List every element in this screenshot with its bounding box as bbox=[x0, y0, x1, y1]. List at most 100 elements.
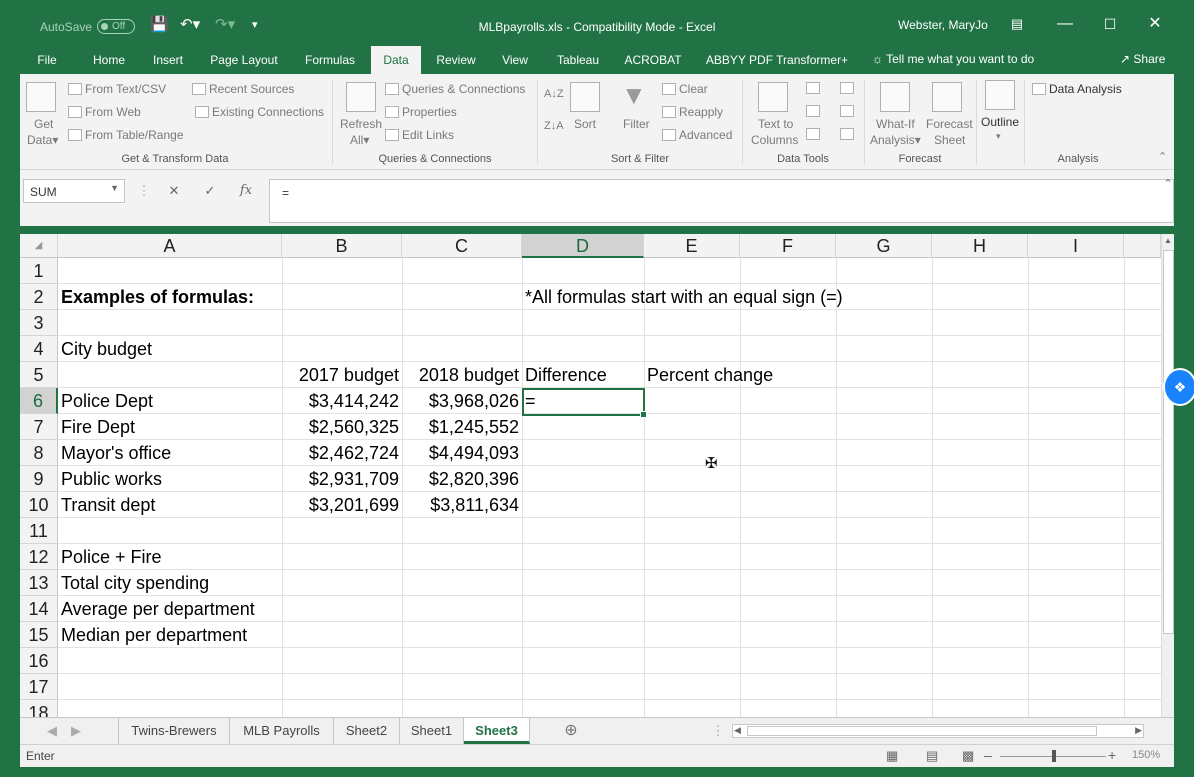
row-header-3[interactable]: 3 bbox=[20, 310, 58, 336]
row-header-15[interactable]: 15 bbox=[20, 622, 58, 648]
tab-acrobat[interactable]: ACROBAT bbox=[618, 46, 688, 74]
zoom-level[interactable]: 150% bbox=[1132, 749, 1160, 761]
remove-duplicates-icon[interactable] bbox=[806, 105, 820, 117]
row-header-12[interactable]: 12 bbox=[20, 544, 58, 570]
cell-a15[interactable]: Median per department bbox=[58, 622, 250, 648]
normal-view-icon[interactable]: ▦ bbox=[886, 748, 898, 764]
row-header-4[interactable]: 4 bbox=[20, 336, 58, 362]
cell-a12[interactable]: Police + Fire bbox=[58, 544, 165, 570]
sheet-tab-sheet1[interactable]: Sheet1 bbox=[400, 718, 464, 744]
column-header-b[interactable]: B bbox=[282, 234, 402, 258]
new-sheet-icon[interactable]: ⊕ bbox=[560, 718, 582, 744]
advanced-button[interactable]: Advanced bbox=[662, 128, 732, 142]
scroll-left-icon[interactable]: ◀ bbox=[734, 725, 741, 736]
data-analysis-button[interactable]: Data Analysis bbox=[1032, 82, 1122, 96]
get-data-icon[interactable] bbox=[26, 82, 56, 112]
row-header-18[interactable]: 18 bbox=[20, 700, 58, 717]
text-to-columns-icon[interactable] bbox=[758, 82, 788, 112]
tab-view[interactable]: View bbox=[494, 46, 536, 74]
column-header-e[interactable]: E bbox=[644, 234, 740, 258]
outline-button[interactable]: Outline bbox=[981, 115, 1019, 129]
column-header-j[interactable] bbox=[1124, 234, 1161, 258]
forecast-sheet-icon[interactable] bbox=[932, 82, 962, 112]
page-break-view-icon[interactable]: ▩ bbox=[962, 748, 974, 764]
cell-b9[interactable]: $2,931,709 bbox=[282, 466, 402, 492]
row-header-9[interactable]: 9 bbox=[20, 466, 58, 492]
cell-b10[interactable]: $3,201,699 bbox=[282, 492, 402, 518]
cell-b7[interactable]: $2,560,325 bbox=[282, 414, 402, 440]
refresh-all-icon[interactable] bbox=[346, 82, 376, 112]
column-header-f[interactable]: F bbox=[740, 234, 836, 258]
tab-insert[interactable]: Insert bbox=[144, 46, 192, 74]
prev-sheet-icon[interactable]: ◀ bbox=[42, 718, 62, 744]
zoom-in-icon[interactable]: + bbox=[1108, 747, 1116, 763]
vertical-scroll-thumb[interactable] bbox=[1163, 250, 1174, 634]
insert-function-icon[interactable]: fx bbox=[234, 179, 258, 203]
select-all-corner[interactable]: ◢ bbox=[20, 234, 58, 258]
sort-icon[interactable] bbox=[570, 82, 600, 112]
tab-formulas[interactable]: Formulas bbox=[296, 46, 364, 74]
cell-d2[interactable]: *All formulas start with an equal sign (… bbox=[522, 284, 846, 310]
row-header-13[interactable]: 13 bbox=[20, 570, 58, 596]
enter-icon[interactable]: ✓ bbox=[198, 179, 222, 203]
tab-page-layout[interactable]: Page Layout bbox=[202, 46, 286, 74]
refresh-all-label[interactable]: All▾ bbox=[350, 133, 369, 147]
cell-a7[interactable]: Fire Dept bbox=[58, 414, 138, 440]
get-data-label[interactable]: Get bbox=[34, 117, 53, 131]
column-header-a[interactable]: A bbox=[58, 234, 282, 258]
outline-dropdown-icon[interactable]: ▾ bbox=[996, 131, 1001, 142]
close-button[interactable]: ✕ bbox=[1140, 12, 1170, 36]
tab-data[interactable]: Data bbox=[371, 46, 421, 74]
cell-b8[interactable]: $2,462,724 bbox=[282, 440, 402, 466]
cell-a13[interactable]: Total city spending bbox=[58, 570, 212, 596]
row-header-8[interactable]: 8 bbox=[20, 440, 58, 466]
cell-c9[interactable]: $2,820,396 bbox=[402, 466, 522, 492]
what-if-label[interactable]: What-If bbox=[876, 117, 915, 131]
edit-links-button[interactable]: Edit Links bbox=[385, 128, 454, 142]
manage-data-model-icon[interactable] bbox=[840, 128, 854, 140]
sheet-tab-sheet3[interactable]: Sheet3 bbox=[464, 718, 530, 744]
queries-connections-button[interactable]: Queries & Connections bbox=[385, 82, 525, 96]
consolidate-icon[interactable] bbox=[840, 82, 854, 94]
column-header-i[interactable]: I bbox=[1028, 234, 1124, 258]
filter-button[interactable]: Filter bbox=[623, 117, 650, 131]
cell-a14[interactable]: Average per department bbox=[58, 596, 258, 622]
cell-c10[interactable]: $3,811,634 bbox=[402, 492, 522, 518]
worksheet-grid[interactable]: ◢ A B C D E F G H I 1 2 3 4 5 6 7 8 9 10 11 12 13 14 1… bbox=[20, 234, 1174, 717]
zoom-slider-thumb[interactable] bbox=[1052, 750, 1056, 762]
from-table-button[interactable]: From Table/Range bbox=[68, 128, 184, 142]
minimize-button[interactable]: — bbox=[1050, 12, 1080, 36]
what-if-label-2[interactable]: Analysis▾ bbox=[870, 133, 921, 147]
cell-c6[interactable]: $3,968,026 bbox=[402, 388, 522, 414]
row-header-16[interactable]: 16 bbox=[20, 648, 58, 674]
column-header-d[interactable]: D bbox=[522, 234, 644, 258]
column-header-h[interactable]: H bbox=[932, 234, 1028, 258]
cell-a4[interactable]: City budget bbox=[58, 336, 155, 362]
row-header-5[interactable]: 5 bbox=[20, 362, 58, 388]
cell-c7[interactable]: $1,245,552 bbox=[402, 414, 522, 440]
text-to-columns-label-2[interactable]: Columns bbox=[751, 133, 798, 147]
sheet-tab-sheet2[interactable]: Sheet2 bbox=[334, 718, 400, 744]
row-header-14[interactable]: 14 bbox=[20, 596, 58, 622]
properties-button[interactable]: Properties bbox=[385, 105, 457, 119]
tab-tableau[interactable]: Tableau bbox=[550, 46, 606, 74]
collapse-ribbon-icon[interactable]: ⌃ bbox=[1158, 150, 1167, 163]
tab-file[interactable]: File bbox=[28, 46, 66, 74]
cell-c5[interactable]: 2018 budget bbox=[402, 362, 522, 388]
filter-icon[interactable]: ▼ bbox=[621, 80, 647, 111]
row-header-11[interactable]: 11 bbox=[20, 518, 58, 544]
forecast-sheet-label-2[interactable]: Sheet bbox=[934, 133, 965, 147]
active-cell-d6[interactable] bbox=[522, 388, 647, 418]
tell-me-box[interactable]: ☼ Tell me what you want to do bbox=[872, 52, 1034, 66]
cell-c8[interactable]: $4,494,093 bbox=[402, 440, 522, 466]
formula-input[interactable]: = bbox=[269, 179, 1174, 223]
scroll-up-icon[interactable]: ▲ bbox=[1164, 236, 1172, 245]
sort-button[interactable]: Sort bbox=[574, 117, 596, 131]
scroll-right-icon[interactable]: ▶ bbox=[1135, 725, 1142, 736]
cell-a9[interactable]: Public works bbox=[58, 466, 165, 492]
next-sheet-icon[interactable]: ▶ bbox=[66, 718, 86, 744]
cell-b5[interactable]: 2017 budget bbox=[282, 362, 402, 388]
row-header-1[interactable]: 1 bbox=[20, 258, 58, 284]
zoom-out-icon[interactable]: – bbox=[984, 747, 992, 763]
flash-fill-icon[interactable] bbox=[806, 82, 820, 94]
